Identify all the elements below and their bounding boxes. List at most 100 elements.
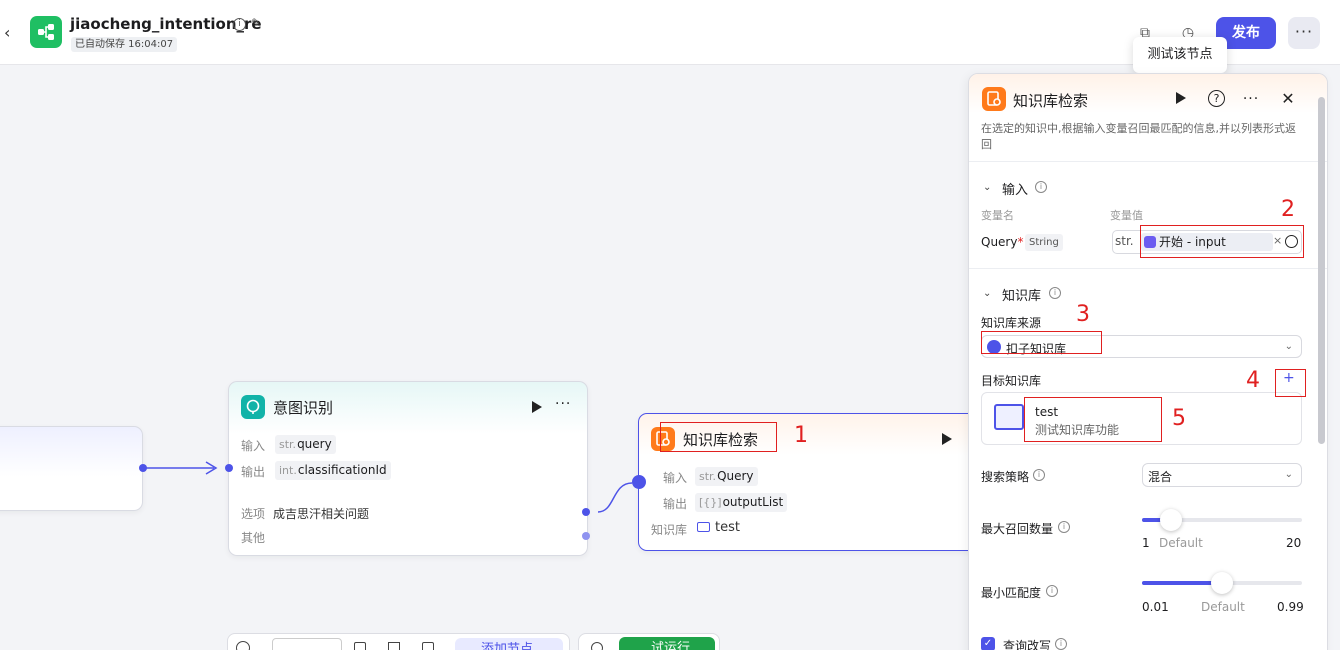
kb-search-icon (987, 91, 1001, 106)
max-recall-label: 最大召回数量 (981, 522, 1054, 536)
max-recall-info-icon[interactable]: i (1058, 521, 1070, 533)
zoom-select[interactable] (272, 638, 342, 650)
intent-node[interactable]: 意图识别 ··· 输入 str.query 输出 int.classificat… (228, 381, 588, 556)
kb-info-icon[interactable]: i (1049, 287, 1061, 299)
annotation-box-4 (1275, 369, 1306, 397)
kb-section-title: 知识库 (1002, 289, 1042, 304)
intent-other-port[interactable] (582, 532, 590, 540)
panel-more-icon[interactable]: ··· (1242, 90, 1260, 108)
intent-other-label: 其他 (241, 531, 266, 545)
intent-node-icon (241, 395, 265, 419)
panel-title: 知识库检索 (1013, 92, 1089, 110)
annotation-box-2 (1140, 225, 1304, 258)
start-output-port[interactable] (139, 464, 147, 472)
kb-output-label: 输出 (663, 497, 688, 511)
max-recall-default: Default (1159, 536, 1203, 550)
min-match-fill (1142, 581, 1222, 585)
back-arrow-icon[interactable]: ‹ (4, 24, 18, 42)
brain-icon (246, 399, 260, 414)
kb-input-port[interactable] (632, 475, 646, 489)
min-match-slider[interactable] (1142, 572, 1302, 594)
divider (969, 268, 1327, 269)
kb-input-tag: str.Query (695, 467, 758, 486)
add-node-button[interactable]: 添加节点 (455, 638, 563, 650)
kb-run-icon[interactable] (942, 433, 952, 445)
var-type-tag: String (1025, 234, 1063, 251)
var-name-header: 变量名 (981, 209, 1014, 222)
test-node-tooltip: 测试该节点 (1133, 37, 1227, 73)
annotation-number-2: 2 (1281, 197, 1295, 222)
minimap-icon[interactable] (354, 642, 366, 650)
intent-more-icon[interactable]: ··· (555, 396, 571, 412)
intent-node-title: 意图识别 (273, 399, 334, 417)
panel-header: 知识库检索 ? ··· ✕ 在选定的知识中,根据输入变量召回最匹配的信息,并以列… (969, 74, 1327, 162)
annotation-number-4: 4 (1246, 368, 1260, 393)
value-type-prefix: str. (1115, 234, 1134, 248)
annotation-box-5 (1024, 397, 1162, 442)
min-match-label: 最小匹配度 (981, 586, 1042, 600)
min-match-min: 0.01 (1142, 600, 1169, 614)
debug-icon[interactable] (591, 642, 603, 650)
workflow-logo-icon (38, 24, 54, 40)
kb-source-label: 知识库来源 (981, 316, 1042, 330)
annotation-box-3 (981, 331, 1102, 354)
chevron-down-icon: ⌄ (1284, 341, 1293, 352)
more-menu-button[interactable]: ··· (1288, 17, 1320, 49)
edge-intent-kb (597, 482, 633, 513)
intent-option-value: 成吉思汗相关问题 (273, 507, 370, 521)
kb-monitor-icon (697, 522, 710, 532)
kb-monitor-icon (994, 404, 1024, 430)
rewrite-checkbox[interactable]: ✓ (981, 637, 995, 650)
intent-run-icon[interactable] (532, 401, 542, 413)
input-collapse-chevron-icon[interactable]: ⌄ (983, 182, 991, 193)
intent-option-label: 选项 (241, 507, 266, 521)
layout-icon[interactable] (422, 642, 434, 650)
input-section-title: 输入 (1002, 183, 1029, 198)
pointer-icon[interactable] (236, 641, 250, 650)
annotation-number-1: 1 (794, 423, 808, 448)
intent-output-tag: int.classificationId (275, 461, 391, 480)
var-name: Query* (981, 235, 1024, 249)
kb-collapse-chevron-icon[interactable]: ⌄ (983, 288, 991, 299)
panel-kb-icon (982, 87, 1006, 111)
max-recall-thumb[interactable] (1160, 509, 1182, 531)
rewrite-label: 查询改写 (1003, 639, 1052, 650)
strategy-select[interactable]: 混合 ⌄ (1142, 463, 1302, 487)
close-icon[interactable]: ✕ (1279, 90, 1297, 108)
grid-icon[interactable] (388, 642, 400, 650)
panel-scrollbar[interactable] (1318, 97, 1325, 444)
chevron-down-icon: ⌄ (1284, 469, 1293, 480)
help-icon[interactable]: ? (1208, 90, 1225, 107)
edit-icon[interactable]: ✎ (251, 17, 264, 30)
var-value-header: 变量值 (1110, 209, 1143, 222)
strategy-value: 混合 (1148, 470, 1173, 484)
strategy-label: 搜索策略 (981, 470, 1030, 484)
min-match-default: Default (1201, 600, 1245, 614)
info-icon[interactable]: i (233, 18, 246, 31)
intent-output-label: 输出 (241, 465, 266, 479)
target-kb-label: 目标知识库 (981, 374, 1042, 388)
max-recall-max: 20 (1286, 536, 1302, 550)
strategy-info-icon[interactable]: i (1033, 469, 1045, 481)
annotation-number-5: 5 (1172, 406, 1186, 431)
min-match-thumb[interactable] (1211, 572, 1233, 594)
kb-input-label: 输入 (663, 471, 688, 485)
node-config-panel: 知识库检索 ? ··· ✕ 在选定的知识中,根据输入变量召回最匹配的信息,并以列… (968, 73, 1328, 650)
intent-input-port[interactable] (225, 464, 233, 472)
min-match-info-icon[interactable]: i (1046, 585, 1058, 597)
input-info-icon[interactable]: i (1035, 181, 1047, 193)
kb-library-value: test (697, 520, 740, 535)
intent-input-label: 输入 (241, 439, 266, 453)
intent-option-port[interactable] (582, 508, 590, 516)
kb-output-tag: [{}]outputList (695, 493, 788, 512)
annotation-number-3: 3 (1076, 302, 1090, 327)
panel-run-icon[interactable] (1176, 92, 1186, 104)
panel-description: 在选定的知识中,根据输入变量召回最匹配的信息,并以列表形式返回 (981, 122, 1296, 151)
app-logo (30, 16, 62, 48)
autosave-badge: 已自动保存 16:04:07 (71, 37, 178, 52)
max-recall-slider[interactable] (1142, 509, 1302, 531)
intent-input-tag: str.query (275, 435, 336, 454)
start-node[interactable] (0, 426, 143, 511)
test-run-button[interactable]: 试运行 (619, 637, 715, 650)
rewrite-info-icon[interactable]: i (1055, 638, 1067, 650)
